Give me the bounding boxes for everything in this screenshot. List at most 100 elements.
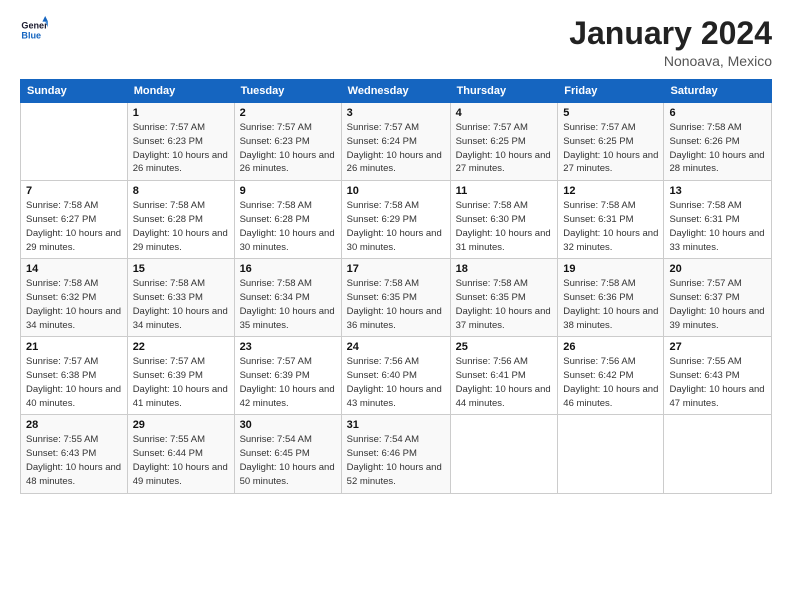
- day-cell: 8 Sunrise: 7:58 AMSunset: 6:28 PMDayligh…: [127, 181, 234, 259]
- day-number: 28: [26, 419, 122, 431]
- day-number: 5: [563, 107, 658, 119]
- day-cell: 19 Sunrise: 7:58 AMSunset: 6:36 PMDaylig…: [558, 259, 664, 337]
- day-detail: Sunrise: 7:58 AMSunset: 6:28 PMDaylight:…: [240, 199, 336, 254]
- day-number: 26: [563, 341, 658, 353]
- week-row-5: 28 Sunrise: 7:55 AMSunset: 6:43 PMDaylig…: [21, 415, 772, 493]
- day-cell: 17 Sunrise: 7:58 AMSunset: 6:35 PMDaylig…: [341, 259, 450, 337]
- day-cell: 20 Sunrise: 7:57 AMSunset: 6:37 PMDaylig…: [664, 259, 772, 337]
- day-detail: Sunrise: 7:54 AMSunset: 6:46 PMDaylight:…: [347, 433, 445, 488]
- calendar-page: General Blue January 2024 Nonoava, Mexic…: [0, 0, 792, 612]
- day-cell: 27 Sunrise: 7:55 AMSunset: 6:43 PMDaylig…: [664, 337, 772, 415]
- day-number: 30: [240, 419, 336, 431]
- day-number: 6: [669, 107, 766, 119]
- day-number: 31: [347, 419, 445, 431]
- day-cell: 10 Sunrise: 7:58 AMSunset: 6:29 PMDaylig…: [341, 181, 450, 259]
- title-block: January 2024 Nonoava, Mexico: [569, 16, 772, 69]
- col-thursday: Thursday: [450, 80, 558, 103]
- day-cell: 28 Sunrise: 7:55 AMSunset: 6:43 PMDaylig…: [21, 415, 128, 493]
- day-cell: 31 Sunrise: 7:54 AMSunset: 6:46 PMDaylig…: [341, 415, 450, 493]
- day-detail: Sunrise: 7:58 AMSunset: 6:29 PMDaylight:…: [347, 199, 445, 254]
- month-title: January 2024: [569, 16, 772, 51]
- week-row-4: 21 Sunrise: 7:57 AMSunset: 6:38 PMDaylig…: [21, 337, 772, 415]
- day-number: 18: [456, 263, 553, 275]
- day-number: 3: [347, 107, 445, 119]
- day-cell: 30 Sunrise: 7:54 AMSunset: 6:45 PMDaylig…: [234, 415, 341, 493]
- day-detail: Sunrise: 7:55 AMSunset: 6:44 PMDaylight:…: [133, 433, 229, 488]
- day-cell: 4 Sunrise: 7:57 AMSunset: 6:25 PMDayligh…: [450, 103, 558, 181]
- day-detail: Sunrise: 7:57 AMSunset: 6:37 PMDaylight:…: [669, 277, 766, 332]
- day-number: 14: [26, 263, 122, 275]
- day-detail: Sunrise: 7:58 AMSunset: 6:33 PMDaylight:…: [133, 277, 229, 332]
- day-detail: Sunrise: 7:58 AMSunset: 6:30 PMDaylight:…: [456, 199, 553, 254]
- day-number: 13: [669, 185, 766, 197]
- day-cell: 14 Sunrise: 7:58 AMSunset: 6:32 PMDaylig…: [21, 259, 128, 337]
- day-cell: 1 Sunrise: 7:57 AMSunset: 6:23 PMDayligh…: [127, 103, 234, 181]
- day-cell: 25 Sunrise: 7:56 AMSunset: 6:41 PMDaylig…: [450, 337, 558, 415]
- day-detail: Sunrise: 7:55 AMSunset: 6:43 PMDaylight:…: [26, 433, 122, 488]
- day-detail: Sunrise: 7:58 AMSunset: 6:34 PMDaylight:…: [240, 277, 336, 332]
- day-cell: 2 Sunrise: 7:57 AMSunset: 6:23 PMDayligh…: [234, 103, 341, 181]
- day-cell: 11 Sunrise: 7:58 AMSunset: 6:30 PMDaylig…: [450, 181, 558, 259]
- day-detail: Sunrise: 7:57 AMSunset: 6:23 PMDaylight:…: [133, 121, 229, 176]
- day-number: 15: [133, 263, 229, 275]
- col-monday: Monday: [127, 80, 234, 103]
- day-number: 17: [347, 263, 445, 275]
- day-number: 16: [240, 263, 336, 275]
- day-detail: Sunrise: 7:58 AMSunset: 6:28 PMDaylight:…: [133, 199, 229, 254]
- day-detail: Sunrise: 7:57 AMSunset: 6:25 PMDaylight:…: [456, 121, 553, 176]
- day-cell: 3 Sunrise: 7:57 AMSunset: 6:24 PMDayligh…: [341, 103, 450, 181]
- day-cell: 22 Sunrise: 7:57 AMSunset: 6:39 PMDaylig…: [127, 337, 234, 415]
- day-detail: Sunrise: 7:55 AMSunset: 6:43 PMDaylight:…: [669, 355, 766, 410]
- day-detail: Sunrise: 7:57 AMSunset: 6:23 PMDaylight:…: [240, 121, 336, 176]
- day-cell: [558, 415, 664, 493]
- day-number: 19: [563, 263, 658, 275]
- day-number: 20: [669, 263, 766, 275]
- day-cell: 13 Sunrise: 7:58 AMSunset: 6:31 PMDaylig…: [664, 181, 772, 259]
- location: Nonoava, Mexico: [569, 53, 772, 69]
- day-number: 12: [563, 185, 658, 197]
- day-detail: Sunrise: 7:56 AMSunset: 6:42 PMDaylight:…: [563, 355, 658, 410]
- day-detail: Sunrise: 7:58 AMSunset: 6:31 PMDaylight:…: [563, 199, 658, 254]
- col-sunday: Sunday: [21, 80, 128, 103]
- day-cell: 5 Sunrise: 7:57 AMSunset: 6:25 PMDayligh…: [558, 103, 664, 181]
- day-number: 22: [133, 341, 229, 353]
- day-number: 4: [456, 107, 553, 119]
- logo: General Blue: [20, 16, 48, 44]
- day-cell: [450, 415, 558, 493]
- week-row-1: 1 Sunrise: 7:57 AMSunset: 6:23 PMDayligh…: [21, 103, 772, 181]
- day-number: 7: [26, 185, 122, 197]
- day-number: 8: [133, 185, 229, 197]
- day-cell: [21, 103, 128, 181]
- day-detail: Sunrise: 7:58 AMSunset: 6:35 PMDaylight:…: [456, 277, 553, 332]
- day-detail: Sunrise: 7:57 AMSunset: 6:39 PMDaylight:…: [240, 355, 336, 410]
- day-cell: 21 Sunrise: 7:57 AMSunset: 6:38 PMDaylig…: [21, 337, 128, 415]
- day-detail: Sunrise: 7:57 AMSunset: 6:39 PMDaylight:…: [133, 355, 229, 410]
- col-friday: Friday: [558, 80, 664, 103]
- calendar-table: Sunday Monday Tuesday Wednesday Thursday…: [20, 79, 772, 493]
- logo-icon: General Blue: [20, 16, 48, 44]
- svg-text:Blue: Blue: [21, 30, 41, 40]
- col-saturday: Saturday: [664, 80, 772, 103]
- day-number: 10: [347, 185, 445, 197]
- day-detail: Sunrise: 7:56 AMSunset: 6:41 PMDaylight:…: [456, 355, 553, 410]
- day-number: 24: [347, 341, 445, 353]
- day-detail: Sunrise: 7:58 AMSunset: 6:32 PMDaylight:…: [26, 277, 122, 332]
- week-row-3: 14 Sunrise: 7:58 AMSunset: 6:32 PMDaylig…: [21, 259, 772, 337]
- day-detail: Sunrise: 7:58 AMSunset: 6:26 PMDaylight:…: [669, 121, 766, 176]
- day-number: 27: [669, 341, 766, 353]
- week-row-2: 7 Sunrise: 7:58 AMSunset: 6:27 PMDayligh…: [21, 181, 772, 259]
- day-cell: 29 Sunrise: 7:55 AMSunset: 6:44 PMDaylig…: [127, 415, 234, 493]
- day-number: 23: [240, 341, 336, 353]
- day-cell: 12 Sunrise: 7:58 AMSunset: 6:31 PMDaylig…: [558, 181, 664, 259]
- day-number: 25: [456, 341, 553, 353]
- day-number: 29: [133, 419, 229, 431]
- day-detail: Sunrise: 7:57 AMSunset: 6:25 PMDaylight:…: [563, 121, 658, 176]
- day-cell: 9 Sunrise: 7:58 AMSunset: 6:28 PMDayligh…: [234, 181, 341, 259]
- day-cell: 18 Sunrise: 7:58 AMSunset: 6:35 PMDaylig…: [450, 259, 558, 337]
- day-detail: Sunrise: 7:57 AMSunset: 6:38 PMDaylight:…: [26, 355, 122, 410]
- day-cell: 26 Sunrise: 7:56 AMSunset: 6:42 PMDaylig…: [558, 337, 664, 415]
- header-row: Sunday Monday Tuesday Wednesday Thursday…: [21, 80, 772, 103]
- day-detail: Sunrise: 7:56 AMSunset: 6:40 PMDaylight:…: [347, 355, 445, 410]
- col-wednesday: Wednesday: [341, 80, 450, 103]
- svg-text:General: General: [21, 21, 48, 31]
